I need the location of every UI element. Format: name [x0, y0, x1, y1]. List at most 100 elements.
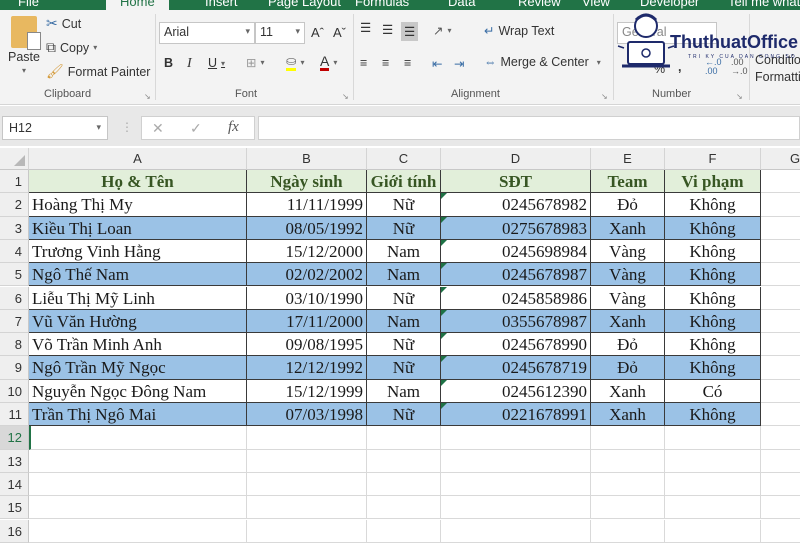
empty-cell[interactable] [441, 449, 591, 473]
empty-cell[interactable] [761, 170, 800, 194]
empty-cell[interactable] [591, 496, 665, 520]
insert-function-icon[interactable]: fx [228, 119, 239, 136]
table-cell[interactable]: 0245612390 [441, 379, 591, 403]
row-header-14[interactable]: 14 [0, 472, 29, 497]
table-cell[interactable]: Không [665, 356, 761, 380]
increase-indent-button[interactable]: ⇥ [454, 56, 464, 71]
paste-button[interactable]: Paste ▾ [8, 16, 41, 75]
table-cell[interactable]: 17/11/2000 [247, 309, 367, 334]
table-header-cell[interactable]: Giới tính [367, 170, 441, 194]
copy-button[interactable]: ⧉ Copy ▾ [46, 39, 97, 56]
table-cell[interactable]: Nam [367, 379, 441, 403]
empty-cell[interactable] [761, 217, 800, 240]
wrap-text-button[interactable]: ↵ Wrap Text [484, 23, 554, 39]
empty-cell[interactable] [29, 472, 247, 497]
tab-file[interactable]: File [18, 0, 39, 9]
cut-button[interactable]: ✂ Cut [46, 15, 81, 32]
row-header-9[interactable]: 9 [0, 356, 29, 380]
table-cell[interactable]: 0245678719 [441, 356, 591, 380]
table-cell[interactable]: Nữ [367, 216, 441, 240]
empty-cell[interactable] [761, 450, 800, 473]
column-header-d[interactable]: D [441, 148, 591, 170]
column-header-c[interactable]: C [367, 148, 441, 170]
column-header-a[interactable]: A [29, 148, 247, 170]
row-header-3[interactable]: 3 [0, 216, 29, 240]
row-header-12[interactable]: 12 [0, 426, 29, 450]
align-right-button[interactable]: ≡ [404, 56, 411, 70]
table-header-cell[interactable]: Vi phạm [665, 170, 761, 194]
empty-cell[interactable] [591, 449, 665, 473]
table-cell[interactable]: Xanh [591, 216, 665, 240]
tab-tell-me-what-you-want-to-do[interactable]: Tell me what you want to do... [728, 0, 800, 9]
table-cell[interactable]: 0245678990 [441, 333, 591, 357]
empty-cell[interactable] [29, 426, 247, 450]
table-cell[interactable]: Không [665, 193, 761, 217]
align-center-button[interactable]: ≡ [382, 56, 389, 70]
column-header-b[interactable]: B [247, 148, 367, 170]
table-cell[interactable]: Kiều Thị Loan [29, 216, 247, 240]
table-cell[interactable]: Trần Thị Ngô Mai [29, 403, 247, 427]
table-cell[interactable]: Ngô Trần Mỹ Ngọc [29, 356, 247, 380]
empty-cell[interactable] [761, 193, 800, 217]
table-cell[interactable]: Xanh [591, 309, 665, 334]
table-cell[interactable]: Nữ [367, 356, 441, 380]
table-cell[interactable]: Xanh [591, 403, 665, 427]
empty-cell[interactable] [441, 519, 591, 543]
empty-cell[interactable] [761, 240, 800, 264]
empty-cell[interactable] [665, 449, 761, 473]
alignment-launcher-icon[interactable]: ↘ [601, 92, 608, 101]
font-color-button[interactable]: A ▾ [320, 54, 337, 71]
table-cell[interactable]: Không [665, 216, 761, 240]
tab-home[interactable]: Home [106, 0, 169, 10]
table-cell[interactable]: Nữ [367, 333, 441, 357]
table-cell[interactable]: Không [665, 333, 761, 357]
row-header-15[interactable]: 15 [0, 496, 29, 520]
enter-icon[interactable]: ✓ [190, 120, 202, 137]
font-launcher-icon[interactable]: ↘ [342, 92, 349, 101]
row-header-2[interactable]: 2 [0, 193, 29, 217]
table-cell[interactable]: 11/11/1999 [247, 193, 367, 217]
table-cell[interactable]: 0245678982 [441, 193, 591, 217]
empty-cell[interactable] [761, 496, 800, 520]
font-name-dropdown[interactable]: Arial ▾ [159, 22, 255, 44]
empty-cell[interactable] [761, 333, 800, 357]
empty-cell[interactable] [247, 472, 367, 497]
table-cell[interactable]: 08/05/1992 [247, 216, 367, 240]
tab-developer[interactable]: Developer [640, 0, 699, 9]
table-cell[interactable]: Đỏ [591, 193, 665, 217]
table-cell[interactable]: Xanh [591, 379, 665, 403]
empty-cell[interactable] [761, 473, 800, 497]
name-box[interactable]: H12 ▾ [2, 116, 108, 140]
empty-cell[interactable] [591, 426, 665, 450]
table-header-cell[interactable]: SĐT [441, 170, 591, 194]
table-cell[interactable]: Liễu Thị Mỹ Linh [29, 286, 247, 310]
empty-cell[interactable] [29, 519, 247, 543]
table-cell[interactable]: Không [665, 239, 761, 264]
empty-cell[interactable] [665, 426, 761, 450]
orientation-button[interactable]: ↗ ▾ [433, 23, 452, 38]
row-header-13[interactable]: 13 [0, 449, 29, 473]
table-cell[interactable]: Nữ [367, 193, 441, 217]
empty-cell[interactable] [761, 263, 800, 287]
row-header-1[interactable]: 1 [0, 170, 29, 194]
formula-input[interactable] [258, 116, 800, 140]
decrease-font-size-button[interactable]: Aˇ [333, 25, 346, 40]
row-header-5[interactable]: 5 [0, 263, 29, 287]
align-left-button[interactable]: ≡ [360, 56, 367, 70]
empty-cell[interactable] [441, 472, 591, 497]
column-header-f[interactable]: F [665, 148, 761, 170]
table-cell[interactable]: Đỏ [591, 356, 665, 380]
empty-cell[interactable] [761, 310, 800, 334]
decrease-indent-button[interactable]: ⇤ [432, 56, 442, 71]
top-align-button[interactable]: ☰ [360, 20, 371, 35]
underline-button[interactable]: U ▾ [208, 56, 225, 70]
table-cell[interactable]: Vũ Văn Hường [29, 309, 247, 334]
row-header-16[interactable]: 16 [0, 519, 29, 543]
table-cell[interactable]: 02/02/2002 [247, 263, 367, 287]
row-header-4[interactable]: 4 [0, 239, 29, 264]
table-cell[interactable]: 0245698984 [441, 239, 591, 264]
clipboard-launcher-icon[interactable]: ↘ [144, 92, 151, 101]
table-cell[interactable]: Hoàng Thị My [29, 193, 247, 217]
empty-cell[interactable] [29, 496, 247, 520]
tab-review[interactable]: Review [518, 0, 561, 9]
